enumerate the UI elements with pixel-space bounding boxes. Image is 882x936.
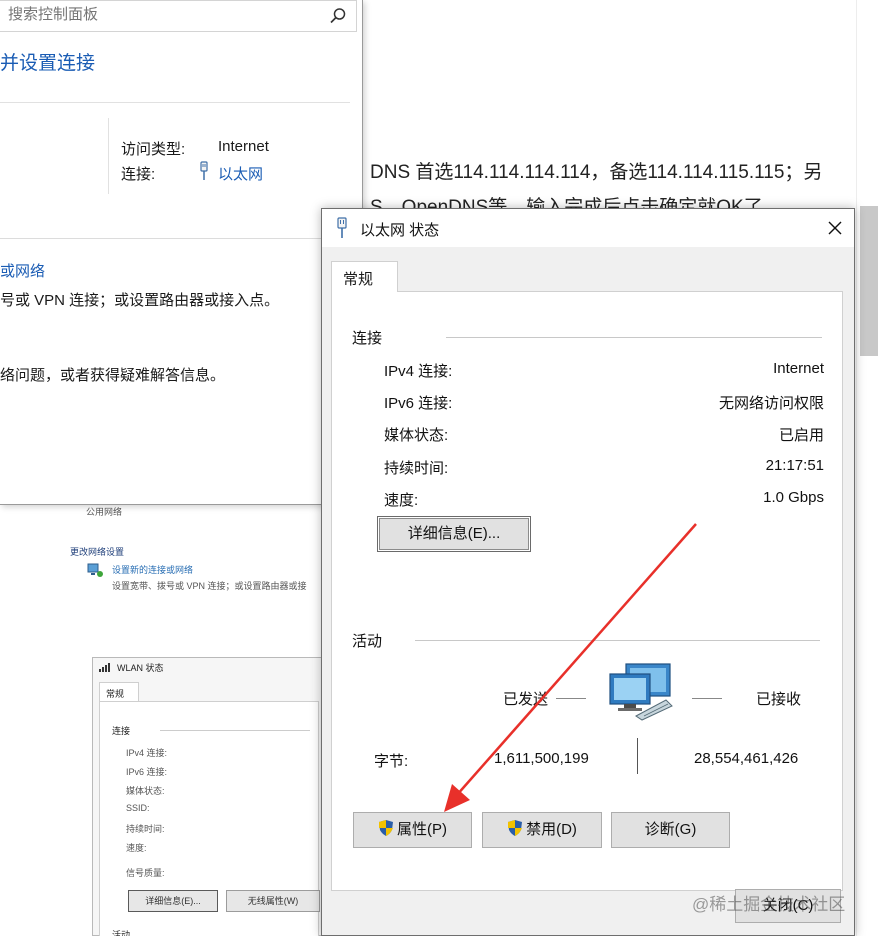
control-panel-window: 并设置连接 访问类型: Internet 连接: 以太网 或网络 号或 VPN …: [0, 0, 363, 505]
new-connection-link[interactable]: 设置新的连接或网络: [112, 563, 193, 576]
wlan-group-title: 连接: [112, 726, 131, 736]
dialog-titlebar[interactable]: 以太网 状态: [322, 209, 854, 247]
wlan-status-window: WLAN 状态 常规 连接 IPv4 连接: IPv6 连接: 媒体状态: SS…: [92, 657, 324, 936]
diagnose-button[interactable]: 诊断(G): [611, 812, 730, 848]
troubleshoot-desc: 络问题，或者获得疑难解答信息。: [0, 367, 226, 384]
ethernet-cable-icon: [337, 217, 347, 238]
wifi-signal-icon: [99, 663, 110, 672]
disable-button-label: 禁用(D): [526, 821, 577, 838]
watermark: @稀土掘金技术社区: [692, 895, 846, 914]
wlan-row-label: IPv6 连接:: [126, 767, 168, 777]
wlan-tab-label: 常规: [106, 689, 125, 699]
network-setup-icon: [87, 563, 103, 577]
properties-button[interactable]: 属性(P): [353, 812, 472, 848]
divider: [0, 102, 350, 103]
new-connection-desc: 设置宽带、拨号或 VPN 连接；或设置路由器或接: [112, 581, 307, 591]
divider: [446, 337, 822, 338]
article-text-line: DNS 首选114.114.114.114，备选114.114.115.115；…: [370, 162, 823, 183]
uac-shield-icon: [379, 820, 393, 836]
disable-button[interactable]: 禁用(D): [482, 812, 602, 848]
received-label: 已接收: [756, 691, 802, 708]
wlan-row-label: 信号质量:: [126, 868, 165, 878]
ethernet-cable-icon: [200, 161, 208, 180]
divider: [637, 738, 638, 774]
wlan-panel: 连接 IPv4 连接: IPv6 连接: 媒体状态: SSID: 持续时间: 速…: [99, 701, 320, 936]
search-input[interactable]: [8, 6, 308, 23]
search-icon[interactable]: [328, 6, 348, 26]
wlan-row-label: 速度:: [126, 843, 147, 853]
wlan-activity-title: 活动: [112, 930, 131, 936]
bytes-received-value: 28,554,461,426: [694, 750, 799, 767]
divider: [160, 730, 310, 731]
activity-group-title: 活动: [352, 633, 383, 650]
article-scrollbar-thumb[interactable]: [860, 206, 878, 356]
control-panel-search-box[interactable]: [0, 0, 357, 32]
sent-label: 已发送: [503, 691, 549, 708]
wlan-row-label: 媒体状态:: [126, 786, 165, 796]
uac-shield-icon: [508, 820, 523, 836]
ipv6-connection-value: 无网络访问权限: [718, 395, 824, 412]
ipv6-connection-label: IPv6 连接:: [384, 395, 453, 412]
ethernet-connection-link[interactable]: 以太网: [218, 163, 263, 184]
bytes-sent-value: 1,611,500,199: [494, 750, 589, 767]
ipv4-connection-value: Internet: [773, 360, 824, 377]
embedded-screenshot: 公用网络 更改网络设置 设置新的连接或网络 设置宽带、拨号或 VPN 连接；或设…: [60, 495, 322, 655]
duration-label: 持续时间:: [384, 460, 449, 477]
tab-general[interactable]: 常规: [331, 261, 398, 292]
setup-connection-desc: 号或 VPN 连接；或设置路由器或接入点。: [0, 292, 280, 309]
general-tab-panel: 连接 IPv4 连接: Internet IPv6 连接: 无网络访问权限 媒体…: [331, 291, 843, 891]
wlan-details-button[interactable]: 详细信息(E)...: [128, 890, 218, 912]
divider: [415, 640, 820, 641]
wlan-row-label: IPv4 连接:: [126, 748, 168, 758]
divider: [0, 238, 363, 239]
divider: [556, 698, 586, 699]
ipv4-connection-label: IPv4 连接:: [384, 363, 453, 380]
connection-group-title: 连接: [352, 330, 383, 347]
wlan-wireless-properties-button[interactable]: 无线属性(W): [226, 890, 320, 912]
divider: [692, 698, 722, 699]
duration-value: 21:17:51: [765, 457, 824, 474]
access-type-label: 访问类型:: [121, 141, 186, 158]
article-scrollbar[interactable]: [856, 0, 882, 936]
wlan-row-label: 持续时间:: [126, 824, 165, 834]
properties-button-label: 属性(P): [397, 821, 447, 838]
tab-general-label: 常规: [343, 271, 374, 288]
divider: [108, 118, 109, 194]
media-state-label: 媒体状态:: [384, 427, 449, 444]
media-state-value: 已启用: [778, 427, 824, 444]
speed-label: 速度:: [384, 492, 419, 509]
connection-label: 连接:: [121, 166, 156, 183]
change-settings-heading: 更改网络设置: [70, 547, 125, 557]
setup-connection-link[interactable]: 或网络: [0, 260, 45, 281]
ethernet-status-dialog: 以太网 状态 常规 连接 IPv4 连接: Internet IPv6 连接: …: [321, 208, 855, 936]
access-type-value: Internet: [218, 138, 269, 155]
details-button[interactable]: 详细信息(E)...: [377, 516, 531, 552]
close-icon[interactable]: [819, 213, 851, 243]
speed-value: 1.0 Gbps: [763, 489, 824, 506]
dialog-title: 以太网 状态: [360, 222, 440, 239]
wlan-row-label: SSID:: [126, 803, 150, 813]
wlan-tab-general[interactable]: 常规: [99, 682, 139, 702]
public-network-label: 公用网络: [86, 507, 123, 517]
network-computers-icon: [609, 663, 673, 721]
page-title: 并设置连接: [0, 53, 96, 74]
wlan-title: WLAN 状态: [117, 663, 164, 673]
bytes-label: 字节:: [374, 753, 409, 770]
